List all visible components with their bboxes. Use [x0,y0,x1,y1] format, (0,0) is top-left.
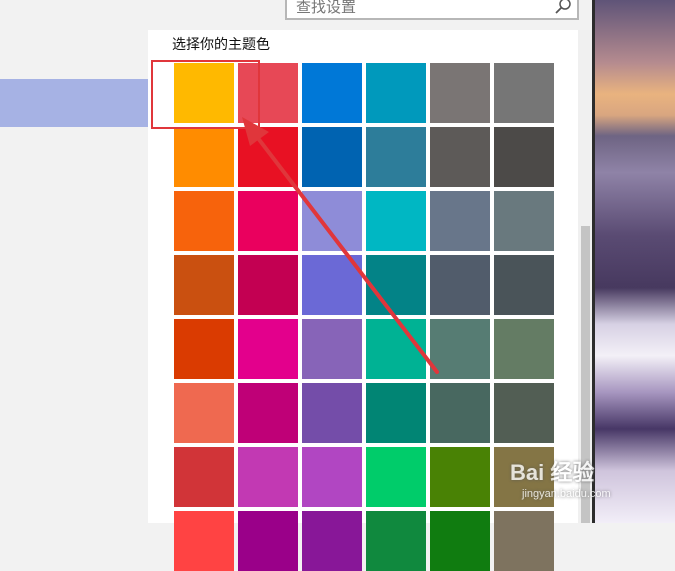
watermark: Bai 经验 jingyan.baidu.com [510,452,640,512]
watermark-logo: Bai 经验 [510,460,595,485]
annotation-arrow [242,117,439,374]
watermark-url: jingyan.baidu.com [522,488,611,500]
